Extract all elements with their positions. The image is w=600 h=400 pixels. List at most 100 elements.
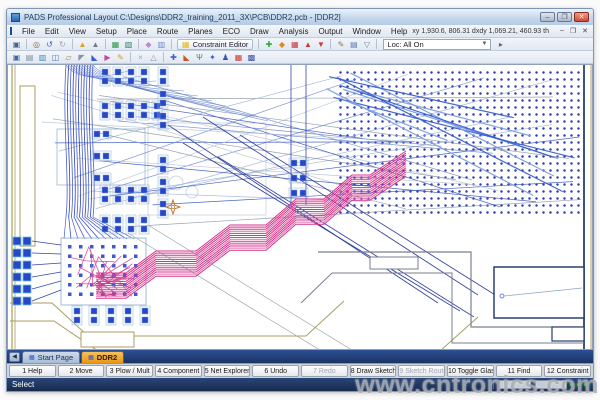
menu-place[interactable]: Place [122,27,152,36]
tab-label: DDR2 [97,353,117,362]
status-led-1 [569,382,574,387]
menu-setup[interactable]: Setup [91,27,122,36]
display-scheme-dropdown[interactable]: Loc: All On▼ [383,39,491,50]
close-button[interactable]: ✕ [574,12,589,22]
paste-icon[interactable]: ▥ [37,52,49,63]
status-panel-1 [499,380,531,389]
more-options-icon[interactable]: ▸ [495,39,507,50]
pin-icon[interactable]: ◆ [143,39,155,50]
tab-start-page[interactable]: ▦Start Page [22,351,80,363]
select-corner-icon[interactable]: ◤ [76,52,88,63]
app-icon [11,13,20,22]
fkey-4[interactable]: 4 Component [155,365,202,377]
fkey-8[interactable]: 8 Draw Sketch [350,365,397,377]
toolbar-edit: ▣▤▥◫▱◤◣▶✎×△✚◣Ψ✦♟▦▩ [7,51,593,64]
document-icon [10,27,12,35]
fkey-5[interactable]: 5 Net Explorer [204,365,251,377]
document-tabs: ▦Start Page▦DDR2 [22,351,125,363]
route-cross-icon[interactable]: ✚ [263,39,275,50]
board-copy-icon[interactable]: ▧ [123,39,135,50]
copy-icon[interactable]: ▤ [24,52,36,63]
fkey-3[interactable]: 3 Plow / Mult [106,365,153,377]
constraint-editor-label: Constraint Editor [193,40,249,49]
status-mode-text: Select [12,380,34,389]
menu-file[interactable]: File [17,27,40,36]
board-view-icon[interactable]: ▦ [110,39,122,50]
menu-route[interactable]: Route [152,27,183,36]
measure-icon[interactable]: ▱ [63,52,75,63]
menu-output[interactable]: Output [313,27,347,36]
tab-ddr2[interactable]: ▦DDR2 [81,351,124,363]
drc-window-icon[interactable]: ▦ [233,52,245,63]
fkey-2[interactable]: 2 Move [58,365,105,377]
status-indicators [567,382,588,387]
arrow-up-icon[interactable]: ▲ [302,39,314,50]
pcb-design-canvas[interactable] [7,64,593,350]
toolbar-separator [72,39,73,49]
chip-icon[interactable]: ▩ [246,52,258,63]
undo-icon[interactable]: ↺ [44,39,56,50]
child-minimize-icon[interactable]: – [557,27,567,35]
properties-icon[interactable]: ◫ [50,52,62,63]
fkey-12[interactable]: 12 Constraint [544,365,591,377]
fkey-10[interactable]: 10 Toggle Glass [447,365,494,377]
pencil-icon[interactable]: ✎ [115,52,127,63]
toolbar-separator [330,39,331,49]
drc-grid-icon[interactable]: ▦ [289,39,301,50]
fkey-11[interactable]: 11 Find [496,365,543,377]
draw-pencil-icon[interactable]: ✎ [335,39,347,50]
title-bar[interactable]: PADS Professional Layout C:\Designs\DDR2… [7,9,593,25]
align-icon[interactable]: ▥ [156,39,168,50]
plow-icon[interactable]: ◣ [89,52,101,63]
via-icon[interactable]: ✦ [207,52,219,63]
toolbar-separator [105,39,106,49]
search-icon[interactable]: ◎ [31,39,43,50]
trace-icon[interactable]: ▶ [102,52,114,63]
minimize-button[interactable]: – [540,12,555,22]
toolbar-separator [258,39,259,49]
toolbar-separator [130,52,131,62]
tab-scroll-left-icon[interactable]: ◀ [9,352,20,362]
menu-analysis[interactable]: Analysis [274,27,314,36]
menu-eco[interactable]: ECO [218,27,245,36]
corner-mode-icon[interactable]: ◣ [181,52,193,63]
pcb-artwork [8,65,593,350]
menu-planes[interactable]: Planes [183,27,217,36]
dropdown-value: Loc: All On [387,40,481,49]
window-title: PADS Professional Layout C:\Designs\DDR2… [24,13,540,22]
place-component-icon[interactable]: ▲ [77,39,89,50]
app-window: PADS Professional Layout C:\Designs\DDR2… [6,8,594,392]
menu-bar: FileEditViewSetupPlaceRoutePlanesECODraw… [7,25,593,38]
arrow-down-icon[interactable]: ▼ [315,39,327,50]
menu-window[interactable]: Window [347,27,385,36]
child-close-icon[interactable]: ✕ [579,27,591,35]
tune-icon[interactable]: Ψ [194,52,206,63]
route-mode-icon[interactable]: ✚ [168,52,180,63]
chevron-down-icon: ▼ [481,41,487,47]
constraint-editor-button[interactable]: ▦Constraint Editor [177,39,253,50]
redo-icon[interactable]: ↻ [57,39,69,50]
layers-icon[interactable]: ▤ [348,39,360,50]
page-icon: ▦ [88,354,94,361]
status-panel-2 [535,380,567,389]
hazard-diamond-icon[interactable]: ◆ [276,39,288,50]
person-icon[interactable]: ♟ [220,52,232,63]
restore-button[interactable]: ❐ [557,12,572,22]
toolbar-separator [376,39,377,49]
save-icon[interactable]: ▣ [11,39,23,50]
menu-draw[interactable]: Draw [245,27,274,36]
fkey-7: 7 Redo [301,365,348,377]
child-restore-icon[interactable]: ❐ [567,27,579,35]
filter-icon[interactable]: ▽ [361,39,373,50]
fkey-1[interactable]: 1 Help [9,365,56,377]
menu-help[interactable]: Help [386,27,412,36]
swap-parts-icon[interactable]: ▲ [90,39,102,50]
tab-label: Start Page [38,353,73,362]
menu-edit[interactable]: Edit [40,27,64,36]
status-led-2 [576,382,581,387]
fkey-6[interactable]: 6 Undo [252,365,299,377]
window-icon[interactable]: ▣ [11,52,23,63]
menu-view[interactable]: View [64,27,91,36]
delete-icon[interactable]: × [135,52,147,63]
rotate-icon[interactable]: △ [148,52,160,63]
